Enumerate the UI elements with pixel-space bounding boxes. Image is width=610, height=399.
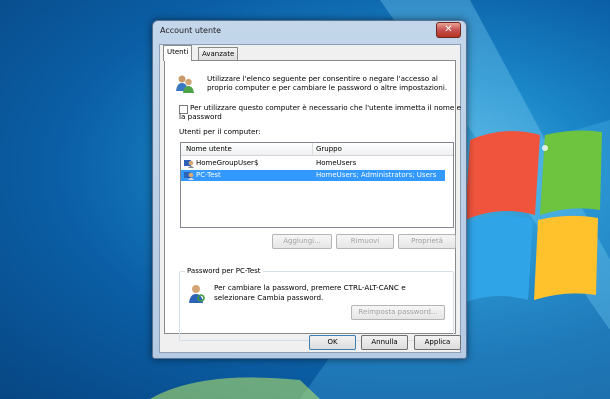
column-header-username[interactable]: Nome utente <box>186 144 232 154</box>
users-list-header: Nome utente Gruppo <box>181 143 453 156</box>
ok-button[interactable]: OK <box>309 335 356 350</box>
reset-password-button[interactable]: Reimposta password... <box>351 305 445 320</box>
username-cell: PC-Test <box>196 171 221 179</box>
users-list-label: Utenti per il computer: <box>179 127 261 136</box>
username-cell: HomeGroupUser$ <box>196 159 259 167</box>
password-info-line-1: Per cambiare la password, premere CTRL-A… <box>214 283 406 292</box>
table-row[interactable]: HomeGroupUser$ HomeUsers <box>181 158 445 169</box>
password-groupbox: Password per PC-Test Per cambiare la pas… <box>179 267 454 341</box>
group-cell: HomeUsers; Administrators; Users <box>316 171 437 179</box>
cancel-button[interactable]: Annulla <box>361 335 408 350</box>
intro-text-line-2: proprio computer e per cambiare le passw… <box>207 83 448 92</box>
tab-users[interactable]: Utenti <box>163 45 193 61</box>
close-button[interactable]: ✕ <box>436 22 461 38</box>
user-icon <box>184 172 194 180</box>
users-list[interactable]: Nome utente Gruppo HomeGroupUser$ HomeUs… <box>180 142 454 228</box>
title-bar[interactable]: Account utente ✕ <box>153 21 466 41</box>
apply-button[interactable]: Applica <box>414 335 461 350</box>
users-icon <box>176 75 194 93</box>
table-row-selected[interactable]: PC-Test HomeUsers; Administrators; Users <box>181 170 445 181</box>
account-dialog: Account utente ✕ Utenti Avanzate Utilizz… <box>152 20 467 359</box>
user-key-icon <box>189 285 205 303</box>
dialog-client-area: Utenti Avanzate Utilizzare l'elenco segu… <box>159 44 461 353</box>
group-cell: HomeUsers <box>316 159 357 167</box>
require-password-label-line-1[interactable]: Per utilizzare questo computer è necessa… <box>190 103 461 113</box>
tab-panel-users: Utilizzare l'elenco seguente per consent… <box>164 60 461 341</box>
remove-button[interactable]: Rimuovi <box>336 234 394 249</box>
window-title: Account utente <box>160 26 222 35</box>
column-separator[interactable] <box>312 143 313 155</box>
tab-advanced[interactable]: Avanzate <box>198 47 239 61</box>
user-icon <box>184 160 194 168</box>
password-info-line-2: selezionare Cambia password. <box>214 293 324 302</box>
password-group-label: Password per PC-Test <box>185 267 263 276</box>
properties-button[interactable]: Proprietà <box>398 234 456 249</box>
add-button[interactable]: Aggiungi... <box>272 234 332 249</box>
require-password-label-line-2[interactable]: la password <box>179 112 222 122</box>
column-header-group[interactable]: Gruppo <box>316 144 342 154</box>
